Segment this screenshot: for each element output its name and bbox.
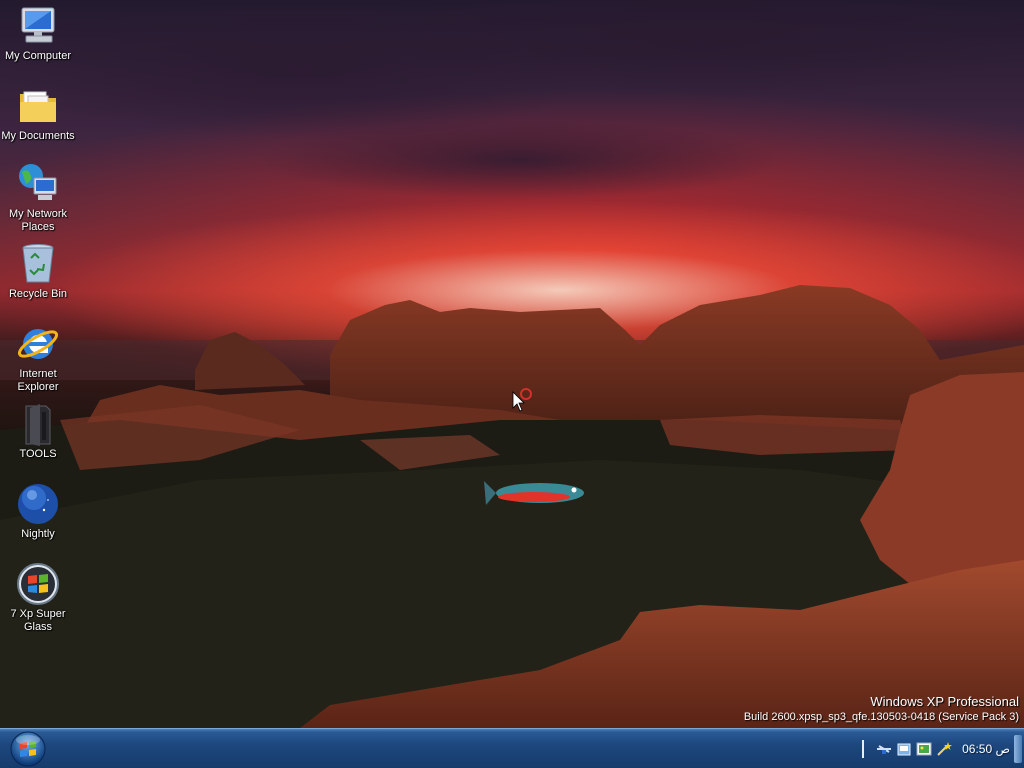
icon-label: My Documents — [1, 130, 75, 142]
tray-separator — [862, 739, 865, 758]
desktop-icon-tools[interactable]: TOOLS — [0, 402, 76, 461]
icon-label: Internet Explorer — [17, 368, 59, 393]
desktop-icon-nightly[interactable]: Nightly — [0, 482, 76, 541]
taskbar-clock[interactable]: ص 06:50 — [962, 742, 1010, 756]
os-build-text: Build 2600.xpsp_sp3_qfe.130503-0418 (Ser… — [743, 711, 1019, 723]
icon-label: My Network Places — [8, 208, 68, 233]
desktop: My Computer My Documents My Network Plac… — [0, 0, 1024, 728]
folder-tray-icon[interactable] — [896, 741, 912, 757]
os-edition-text: Windows XP Professional — [870, 694, 1019, 709]
folder-icon — [20, 91, 56, 122]
computer-icon — [21, 7, 55, 43]
image-tray-icon[interactable] — [916, 741, 932, 757]
icon-label: My Computer — [4, 50, 72, 62]
icon-label: 7 Xp Super Glass — [10, 608, 66, 633]
tools-folder-icon — [25, 404, 51, 446]
recycle-bin-icon — [22, 244, 54, 283]
wand-tray-icon[interactable] — [936, 741, 953, 757]
icon-label: Recycle Bin — [8, 288, 68, 300]
show-desktop-button[interactable] — [1014, 735, 1022, 763]
desktop-icon-my-network-places[interactable]: My Network Places — [0, 162, 76, 234]
windows-start-orb-icon[interactable] — [10, 731, 46, 767]
system-tray: ص 06:50 — [862, 729, 1010, 768]
network-tray-icon[interactable] — [876, 741, 892, 757]
network-icon — [19, 164, 57, 200]
windows-orb-icon — [17, 563, 59, 605]
wallpaper — [0, 0, 1024, 728]
os-watermark: Windows XP Professional Build 2600.xpsp_… — [744, 694, 1019, 724]
desktop-icon-my-computer[interactable]: My Computer — [0, 4, 76, 63]
icon-label: TOOLS — [19, 448, 57, 460]
desktop-icon-internet-explorer[interactable]: Internet Explorer — [0, 322, 76, 394]
desktop-icon-recycle-bin[interactable]: Recycle Bin — [0, 242, 76, 301]
desktop-icon-7-xp-super-glass[interactable]: 7 Xp Super Glass — [0, 562, 76, 634]
taskbar: ص 06:50 — [0, 728, 1024, 768]
internet-explorer-icon — [17, 329, 59, 359]
nightly-globe-icon — [18, 484, 58, 524]
desktop-icon-my-documents[interactable]: My Documents — [0, 84, 76, 143]
icon-label: Nightly — [21, 528, 55, 540]
